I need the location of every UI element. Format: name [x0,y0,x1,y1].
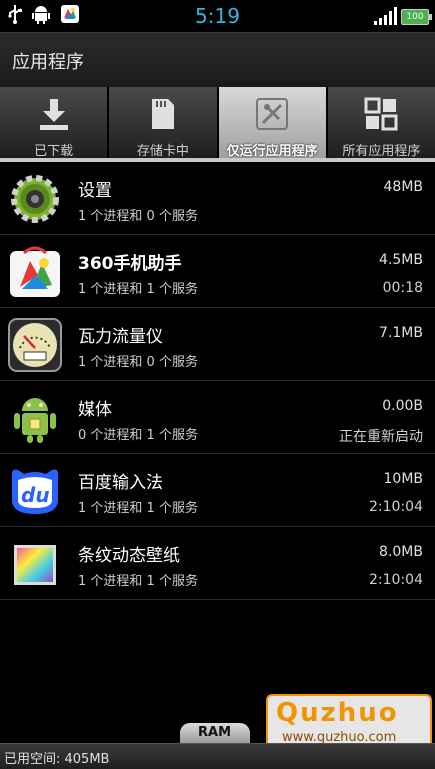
list-item[interactable]: du 百度输入法 1 个进程和 1 个服务 10MB 2:10:04 [0,454,435,527]
android-debug-icon [32,4,50,28]
memory-size: 10MB [383,471,424,487]
run-time: 2:10:04 [369,572,423,588]
traffic-meter-icon [8,318,62,372]
tab-running[interactable]: 仅运行应用程序 [218,87,328,160]
svg-text:du: du [21,483,50,507]
baidu-du-icon: du [8,464,62,518]
tab-all-apps[interactable]: 所有应用程序 [327,87,435,160]
process-count: 1 个进程和 0 个服务 [78,209,198,224]
watermark-brand: Quzhuo [276,698,399,728]
ram-label: RAM [198,725,232,740]
usb-icon [8,4,22,28]
run-time: 00:18 [382,280,423,296]
app-name: 百度输入法 [78,473,163,493]
tab-label: 所有应用程序 [342,144,421,159]
tab-label: 已下载 [34,144,74,159]
list-item[interactable]: 媒体 0 个进程和 1 个服务 0.00B 正在重新启动 [0,381,435,454]
memory-size: 8.0MB [379,544,423,560]
process-count: 1 个进程和 1 个服务 [78,282,198,297]
app-notification-icon [60,4,80,28]
process-count: 1 个进程和 1 个服务 [78,574,198,589]
app-name: 设置 [78,181,112,201]
download-icon [38,96,70,132]
process-count: 1 个进程和 0 个服务 [78,355,198,370]
tab-downloaded[interactable]: 已下载 [0,87,110,160]
tab-label: 存储卡中 [136,144,189,159]
list-item[interactable]: 瓦力流量仪 1 个进程和 0 个服务 7.1MB [0,308,435,381]
memory-size: 7.1MB [379,325,423,341]
app-name: 媒体 [78,400,112,420]
list-item[interactable]: 360手机助手 1 个进程和 1 个服务 4.5MB 00:18 [0,235,435,308]
memory-size: 48MB [383,179,424,195]
memory-size: 4.5MB [379,252,423,268]
status-bar: 5:19 100 [0,0,435,32]
app-name: 360手机助手 [78,254,182,274]
run-time: 2:10:04 [369,499,423,515]
memory-size: 0.00B [382,398,423,414]
signal-icon [374,7,397,25]
tab-sd-card[interactable]: 存储卡中 [109,87,219,160]
ram-tab[interactable]: RAM [180,723,250,743]
grid-icon [364,96,398,132]
battery-icon: 100 [401,9,432,25]
list-item[interactable]: 设置 1 个进程和 0 个服务 48MB [0,162,435,235]
app-name: 条纹动态壁纸 [78,546,180,566]
settings-gear-icon [8,172,62,226]
storage-bar: 已用空间: 405MB [0,743,435,769]
used-space-text: 已用空间: 405MB [4,752,110,767]
tab-bar: 已下载 存储卡中 仅运行应用程序 所有应用程序 [0,87,435,160]
android-robot-icon [8,391,62,445]
process-count: 0 个进程和 1 个服务 [78,428,198,443]
list-item[interactable]: 条纹动态壁纸 1 个进程和 1 个服务 8.0MB 2:10:04 [0,527,435,600]
app-name: 瓦力流量仪 [78,327,163,347]
360-assistant-icon [8,245,62,299]
tab-label: 仅运行应用程序 [226,144,318,159]
page-title: 应用程序 [12,52,84,73]
wallpaper-icon [8,537,62,591]
sd-card-icon [150,96,176,132]
running-app-icon [255,96,289,132]
process-count: 1 个进程和 1 个服务 [78,501,198,516]
run-status: 正在重新启动 [339,429,423,445]
title-bar: 应用程序 [0,32,435,88]
running-app-list: 设置 1 个进程和 0 个服务 48MB 360手机助手 1 个进程和 1 个服… [0,162,435,600]
